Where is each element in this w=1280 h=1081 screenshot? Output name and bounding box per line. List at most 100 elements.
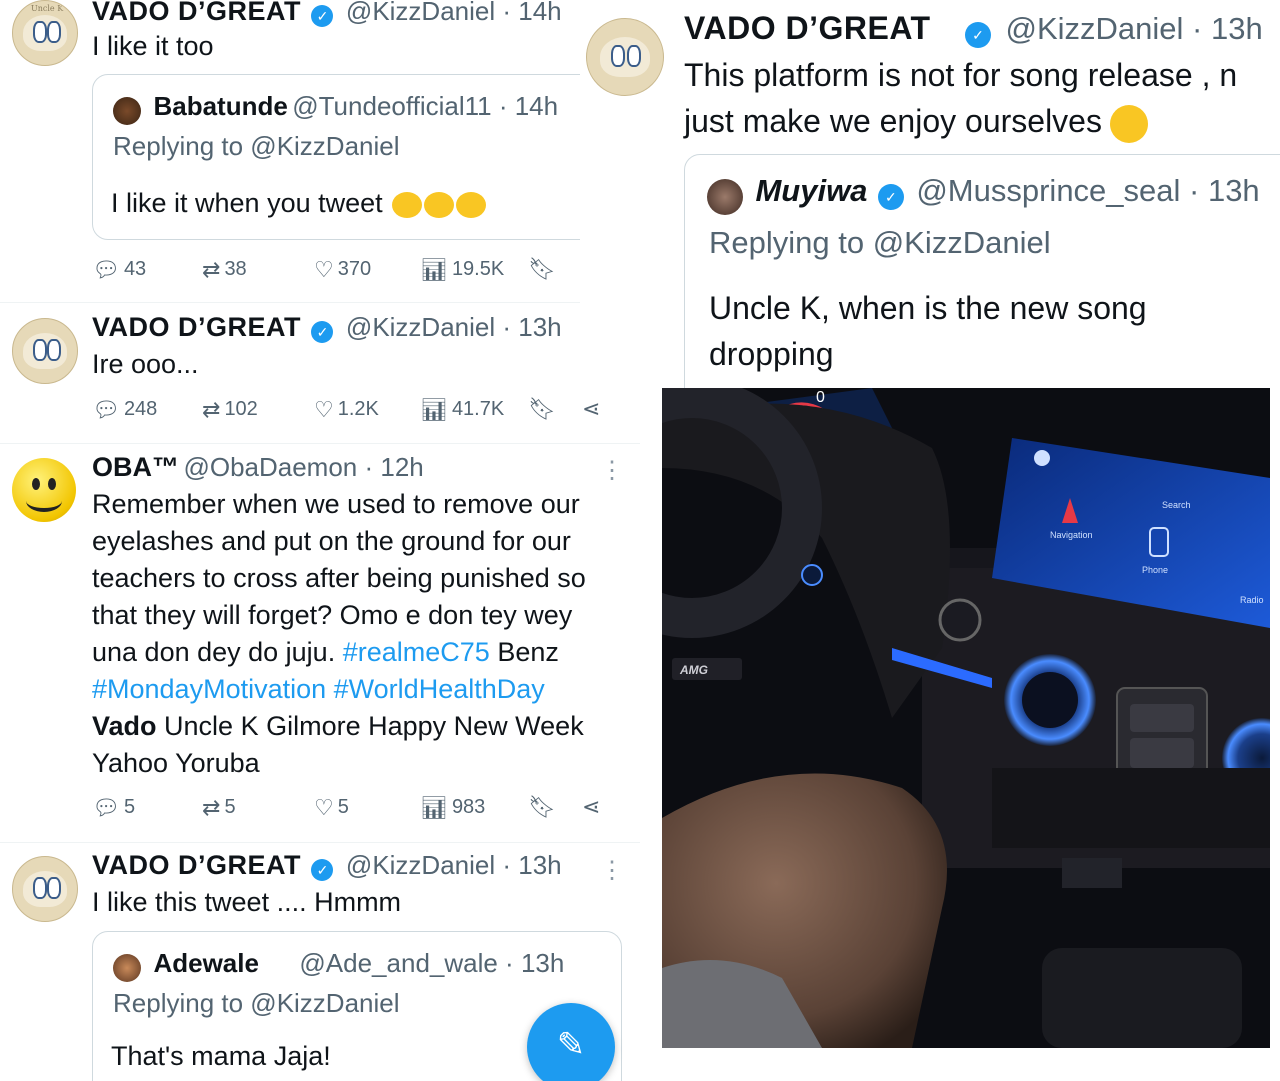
bookmark-button[interactable]: 🔖︎ [528,258,556,280]
tweet-header: VADO D’GREAT ✓ @KizzDaniel · 13h [92,312,562,343]
tweet-line: Vado Uncle K Gilmore Happy New Week [92,708,632,745]
timeline-right: VADO D’GREAT ✓ @KizzDaniel · 13h This pl… [580,0,1280,400]
quote-line: Uncle K, when is the new song [709,290,1147,326]
repost-button[interactable]: ⇄ 5 [202,796,236,819]
quote-line: dropping [709,336,834,372]
reply-button[interactable]: 💬︎ 248 [92,398,157,421]
laugh-emoji-icon [424,191,455,218]
repost-icon: ⇄ [202,396,221,422]
like-button[interactable]: ♡ 1.2K [314,398,379,421]
repost-button[interactable]: ⇄ 102 [202,398,258,421]
views-icon: 📊︎ [420,396,448,422]
quote-name[interactable]: Muyiwa [755,173,867,208]
hashtag-link[interactable]: #realmeC75 [343,637,490,667]
amg-badge: AMG [679,663,708,677]
share-icon: ⋖ [582,794,601,819]
quote-handle[interactable]: @Mussprince_seal · 13h [916,173,1259,208]
smiley-avatar[interactable] [12,458,76,522]
views-button[interactable]: 📊︎ 983 [420,796,485,819]
quote-body: Uncle K, when is the new song dropping [709,285,1147,377]
view-count: 41.7K [451,398,505,420]
bookmark-button[interactable]: 🔖︎ [528,796,556,818]
verified-badge-icon: ✓ [965,21,992,48]
divider [0,842,640,843]
repost-icon: ⇄ [202,794,221,820]
display-name[interactable]: VADO D’GREAT [92,850,301,880]
tweet-header: VADO D’GREAT ✓ @KizzDaniel · 14h [92,0,562,27]
repost-count: 102 [224,398,258,420]
verified-badge-icon: ✓ [311,320,334,343]
reply-button[interactable]: 💬︎ 43 [92,258,146,281]
user-avatar[interactable] [12,318,78,384]
like-button[interactable]: ♡ 370 [314,258,371,281]
handle-time[interactable]: @KizzDaniel · 13h [1006,11,1263,46]
display-name[interactable]: VADO D’GREAT [92,0,301,26]
display-name[interactable]: VADO D’GREAT [92,312,301,342]
views-icon: 📊︎ [420,256,448,282]
reply-button[interactable]: 💬︎ 5 [92,796,135,819]
more-options-icon[interactable]: ⋮ [600,456,624,485]
quote-name[interactable]: Adewale [153,948,259,978]
user-avatar[interactable]: Uncle K [12,0,78,66]
views-button[interactable]: 📊︎ 19.5K [420,258,504,281]
tweet-line-text: una don dey do juju. [92,637,336,667]
quote-name[interactable]: Babatunde [153,91,287,121]
quote-handle[interactable]: @Tundeofficial11 · 14h [292,91,558,121]
reply-count: 5 [123,796,136,818]
repost-icon: ⇄ [202,256,221,282]
heart-icon: ♡ [314,396,334,422]
quote-avatar[interactable] [707,178,743,215]
display-name[interactable]: OBA™ [92,452,179,482]
more-options-icon[interactable]: ⋮ [600,856,624,885]
bookmark-icon: 🔖︎ [528,794,556,819]
car-interior-photo[interactable]: Navigation Phone Radio Search 0 AMG [662,388,1270,1048]
like-count: 1.2K [337,398,379,420]
tweet-line-text: Benz [497,637,559,667]
hashtag-link[interactable]: #WorldHealthDay [334,674,545,704]
tweet-line: una don dey do juju. #realmeC75 Benz [92,634,632,671]
laugh-emoji-icon [456,191,487,218]
screen-phone-label: Phone [1142,565,1168,575]
hashtag-link[interactable]: #MondayMotivation [92,674,326,704]
quote-avatar[interactable] [113,96,141,125]
view-count: 19.5K [451,258,505,280]
views-button[interactable]: 📊︎ 41.7K [420,398,504,421]
repost-button[interactable]: ⇄ 38 [202,258,247,281]
bookmark-button[interactable]: 🔖︎ [528,398,556,420]
smile-emoji-icon [1109,104,1148,143]
tweet-actions: 💬︎ 248 ⇄ 102 ♡ 1.2K 📊︎ 41.7K 🔖︎ ⋖ [92,398,632,428]
verified-badge-icon: ✓ [877,183,904,210]
quoted-tweet[interactable]: Muyiwa ✓ @Mussprince_seal · 13h Replying… [684,154,1280,400]
display-name[interactable]: VADO D’GREAT [684,10,931,46]
share-button[interactable]: ⋖ [582,398,600,420]
quote-avatar[interactable] [113,953,141,982]
laugh-emoji-icon [392,191,423,218]
like-button[interactable]: ♡ 5 [314,796,349,819]
verified-badge-icon: ✓ [311,858,334,881]
divider [0,443,640,444]
user-avatar[interactable] [586,18,664,96]
handle-time[interactable]: @KizzDaniel · 14h [346,0,562,26]
compose-tweet-button[interactable]: ✎ [527,1003,615,1081]
avatar-label: Uncle K [31,4,64,13]
tweet-line: eyelashes and put on the ground for our [92,526,571,556]
quote-text: That's mama Jaja! [111,1041,331,1071]
tweet-line: teachers to cross after being punished s… [92,563,586,593]
share-button[interactable]: ⋖ [582,796,600,818]
handle-time[interactable]: @KizzDaniel · 13h [346,312,562,342]
tweet-line-text: just make we enjoy ourselves [684,103,1102,139]
handle-time[interactable]: @ObaDaemon · 12h [183,452,423,482]
trend-link[interactable]: Vado [92,711,157,741]
handle-time[interactable]: @KizzDaniel · 13h [346,850,562,880]
user-avatar[interactable] [12,856,78,922]
tweet-text: I like this tweet .... Hmmm [92,887,402,917]
replying-to: Replying to @KizzDaniel [709,225,1051,260]
tweet-body: This platform is not for song release , … [684,52,1237,144]
tweet-text: I like it too [92,31,214,61]
replying-to: Replying to @KizzDaniel [113,988,400,1018]
tweet-header: VADO D’GREAT ✓ @KizzDaniel · 13h [684,10,1263,48]
reply-count: 248 [123,398,158,420]
quoted-tweet[interactable]: Babatunde @Tundeofficial11 · 14h Replyin… [92,74,640,240]
tweet-body: Remember when we used to remove our eyel… [92,486,632,782]
quote-handle[interactable]: @Ade_and_wale · 13h [299,948,564,978]
